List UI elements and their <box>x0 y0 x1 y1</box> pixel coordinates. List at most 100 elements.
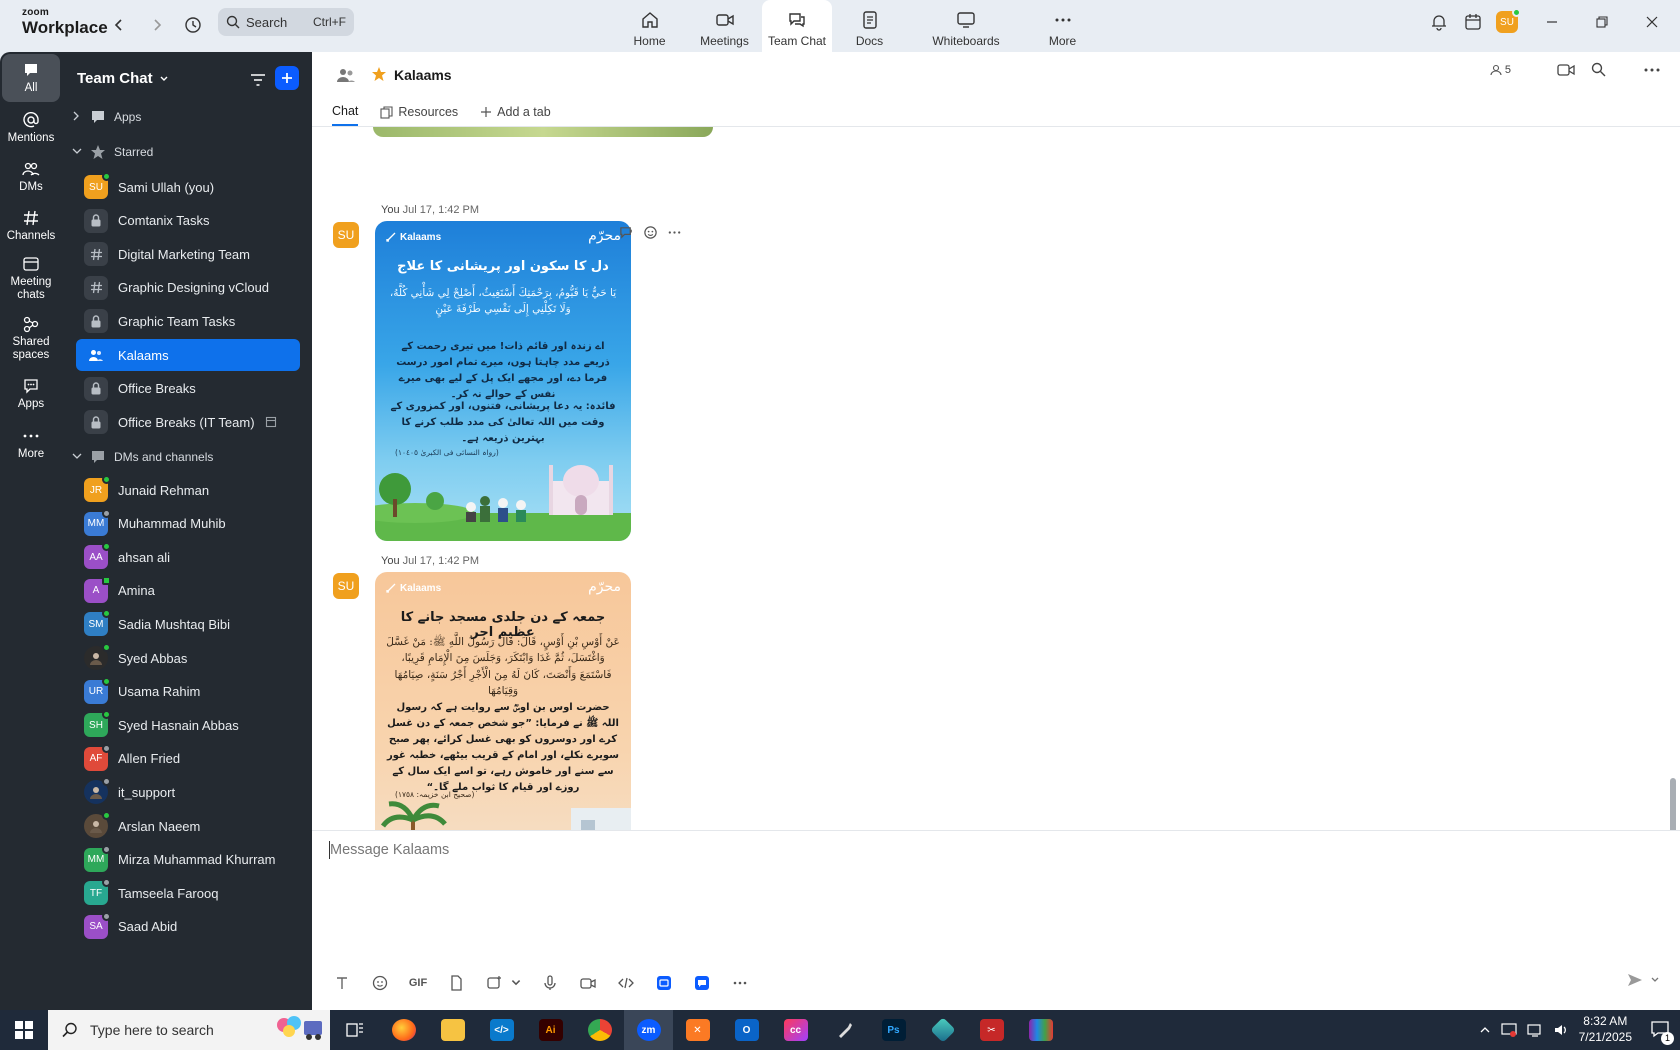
sidebar-item-dm[interactable]: MM Muhammad Muhib <box>76 508 300 540</box>
sidebar-item-dm[interactable]: JR Junaid Rehman <box>76 474 300 506</box>
sidebar-item-starred[interactable]: Comtanix Tasks <box>76 205 300 237</box>
nav-whiteboards[interactable]: Whiteboards <box>907 0 1025 52</box>
vscode-icon[interactable]: </> <box>477 1010 526 1050</box>
code-icon[interactable] <box>616 973 636 993</box>
gif-button[interactable]: GIF <box>408 973 428 993</box>
section-starred[interactable]: Starred <box>72 140 153 164</box>
back-arrow-icon[interactable] <box>106 12 132 38</box>
firefox-icon[interactable] <box>379 1010 428 1050</box>
sidebar-item-starred[interactable]: SU Sami Ullah (you) <box>76 171 300 203</box>
app-shortcut-icon[interactable] <box>654 973 674 993</box>
sidebar-item-dm[interactable]: A Amina <box>76 575 300 607</box>
previous-image-attachment[interactable] <box>373 127 713 137</box>
pen-tool-icon[interactable] <box>820 1010 869 1050</box>
nav-more[interactable]: More <box>1025 0 1100 52</box>
rail-all[interactable]: All <box>2 54 60 102</box>
sidebar-item-dm[interactable]: SH Syed Hasnain Abbas <box>76 709 300 741</box>
rail-dms[interactable]: DMs <box>2 153 60 201</box>
sidebar-item-starred[interactable]: Office Breaks <box>76 373 300 405</box>
wifi-monitor-icon[interactable] <box>1527 1022 1543 1038</box>
sidebar-item-dm[interactable]: it_support <box>76 776 300 808</box>
sidebar-item-dm[interactable]: SA Saad Abid <box>76 911 300 943</box>
tab-chat[interactable]: Chat <box>332 98 359 126</box>
nav-docs[interactable]: Docs <box>832 0 907 52</box>
search-icon[interactable] <box>1591 62 1606 77</box>
rail-shared-spaces[interactable]: Shared spaces <box>2 310 60 366</box>
windows-start-icon[interactable] <box>0 1010 48 1050</box>
video-call-icon[interactable] <box>1557 63 1575 77</box>
nav-home[interactable]: Home <box>612 0 687 52</box>
more-tools-icon[interactable] <box>730 973 750 993</box>
nav-meetings[interactable]: Meetings <box>687 0 762 52</box>
rail-more[interactable]: More <box>2 420 60 468</box>
tab-resources[interactable]: Resources <box>380 98 458 126</box>
sidebar-item-dm[interactable]: TF Tamseela Farooq <box>76 877 300 909</box>
outlook-icon[interactable]: O <box>722 1010 771 1050</box>
sidebar-item-dm[interactable]: AF Allen Fried <box>76 743 300 775</box>
zoom-app-icon[interactable] <box>692 973 712 993</box>
task-view-icon[interactable] <box>330 1010 379 1050</box>
filter-icon[interactable] <box>246 68 270 92</box>
starred-icon[interactable] <box>371 66 387 87</box>
rail-channels[interactable]: Channels <box>2 202 60 250</box>
profile-avatar[interactable]: SU <box>1490 5 1524 39</box>
restore-icon[interactable] <box>1580 5 1624 39</box>
history-icon[interactable] <box>180 12 206 38</box>
image-card-friday[interactable]: Kalaams محرّم جمعہ کے دن جلدی مسجد جانے … <box>375 572 631 873</box>
more-options-icon[interactable] <box>1644 68 1660 72</box>
emoji-reaction-icon[interactable] <box>643 225 658 240</box>
section-apps[interactable]: Apps <box>72 105 141 129</box>
members-count[interactable]: 5 <box>1490 64 1511 76</box>
volume-icon[interactable] <box>1553 1022 1569 1038</box>
screenshot-icon[interactable] <box>484 973 504 993</box>
message-avatar[interactable]: SU <box>333 573 359 599</box>
chevron-down-icon[interactable] <box>510 973 522 993</box>
sidebar-item-dm[interactable]: MM Mirza Muhammad Khurram <box>76 844 300 876</box>
sidebar-item-starred[interactable]: Graphic Team Tasks <box>76 305 300 337</box>
message-input[interactable] <box>330 838 1530 862</box>
sidebar-item-starred[interactable]: Digital Marketing Team <box>76 238 300 270</box>
video-message-icon[interactable] <box>578 973 598 993</box>
section-dms[interactable]: DMs and channels <box>72 445 213 469</box>
calendar-icon[interactable] <box>1456 5 1490 39</box>
sidebar-title[interactable]: Team Chat <box>77 70 169 87</box>
sidebar-item-dm[interactable]: Arslan Naeem <box>76 810 300 842</box>
file-icon[interactable] <box>446 973 466 993</box>
new-chat-button[interactable] <box>275 66 299 90</box>
send-button[interactable] <box>1626 971 1660 989</box>
chrome-icon[interactable] <box>575 1010 624 1050</box>
channel-title[interactable]: Kalaams <box>394 67 452 83</box>
sidebar-item-starred[interactable]: Office Breaks (IT Team) <box>76 406 300 438</box>
sidebar-item-dm[interactable]: SM Sadia Mushtaq Bibi <box>76 608 300 640</box>
rail-mentions[interactable]: Mentions <box>2 104 60 152</box>
xampp-icon[interactable]: ✕ <box>673 1010 722 1050</box>
network-app-icon[interactable] <box>1501 1022 1517 1038</box>
forward-arrow-icon[interactable] <box>144 12 170 38</box>
notifications-icon[interactable]: 1 <box>1650 1020 1674 1045</box>
tray-expand-icon[interactable] <box>1479 1025 1491 1035</box>
emoji-icon[interactable] <box>370 973 390 993</box>
sidebar-item-starred[interactable]: Kalaams <box>76 339 300 371</box>
illustrator-icon[interactable]: Ai <box>526 1010 575 1050</box>
reply-thread-icon[interactable] <box>619 225 634 240</box>
bell-icon[interactable] <box>1422 5 1456 39</box>
taskbar-search[interactable]: Type here to search <box>48 1010 330 1050</box>
file-explorer-icon[interactable] <box>428 1010 477 1050</box>
search-box[interactable]: Search Ctrl+F <box>218 8 354 36</box>
clock[interactable]: 8:32 AM 7/21/2025 <box>1579 1014 1632 1045</box>
scissors-app-icon[interactable]: ✂ <box>967 1010 1016 1050</box>
image-card-dua[interactable]: Kalaams محرّم دل کا سکون اور پریشانی کا … <box>375 221 631 541</box>
minimize-icon[interactable] <box>1524 5 1580 39</box>
rail-meeting-chats[interactable]: Meeting chats <box>2 250 60 306</box>
creative-cloud-icon[interactable]: cc <box>771 1010 820 1050</box>
sidebar-item-dm[interactable]: UR Usama Rahim <box>76 676 300 708</box>
sidebar-item-dm[interactable]: AA ahsan ali <box>76 541 300 573</box>
microphone-icon[interactable] <box>540 973 560 993</box>
close-icon[interactable] <box>1624 5 1680 39</box>
sidebar-item-starred[interactable]: Graphic Designing vCloud <box>76 272 300 304</box>
photoshop-icon[interactable]: Ps <box>869 1010 918 1050</box>
rail-apps[interactable]: Apps <box>2 370 60 418</box>
sidebar-item-dm[interactable]: Syed Abbas <box>76 642 300 674</box>
zoom-taskbar-icon[interactable]: zm <box>624 1010 673 1050</box>
gem-app-icon[interactable] <box>918 1010 967 1050</box>
